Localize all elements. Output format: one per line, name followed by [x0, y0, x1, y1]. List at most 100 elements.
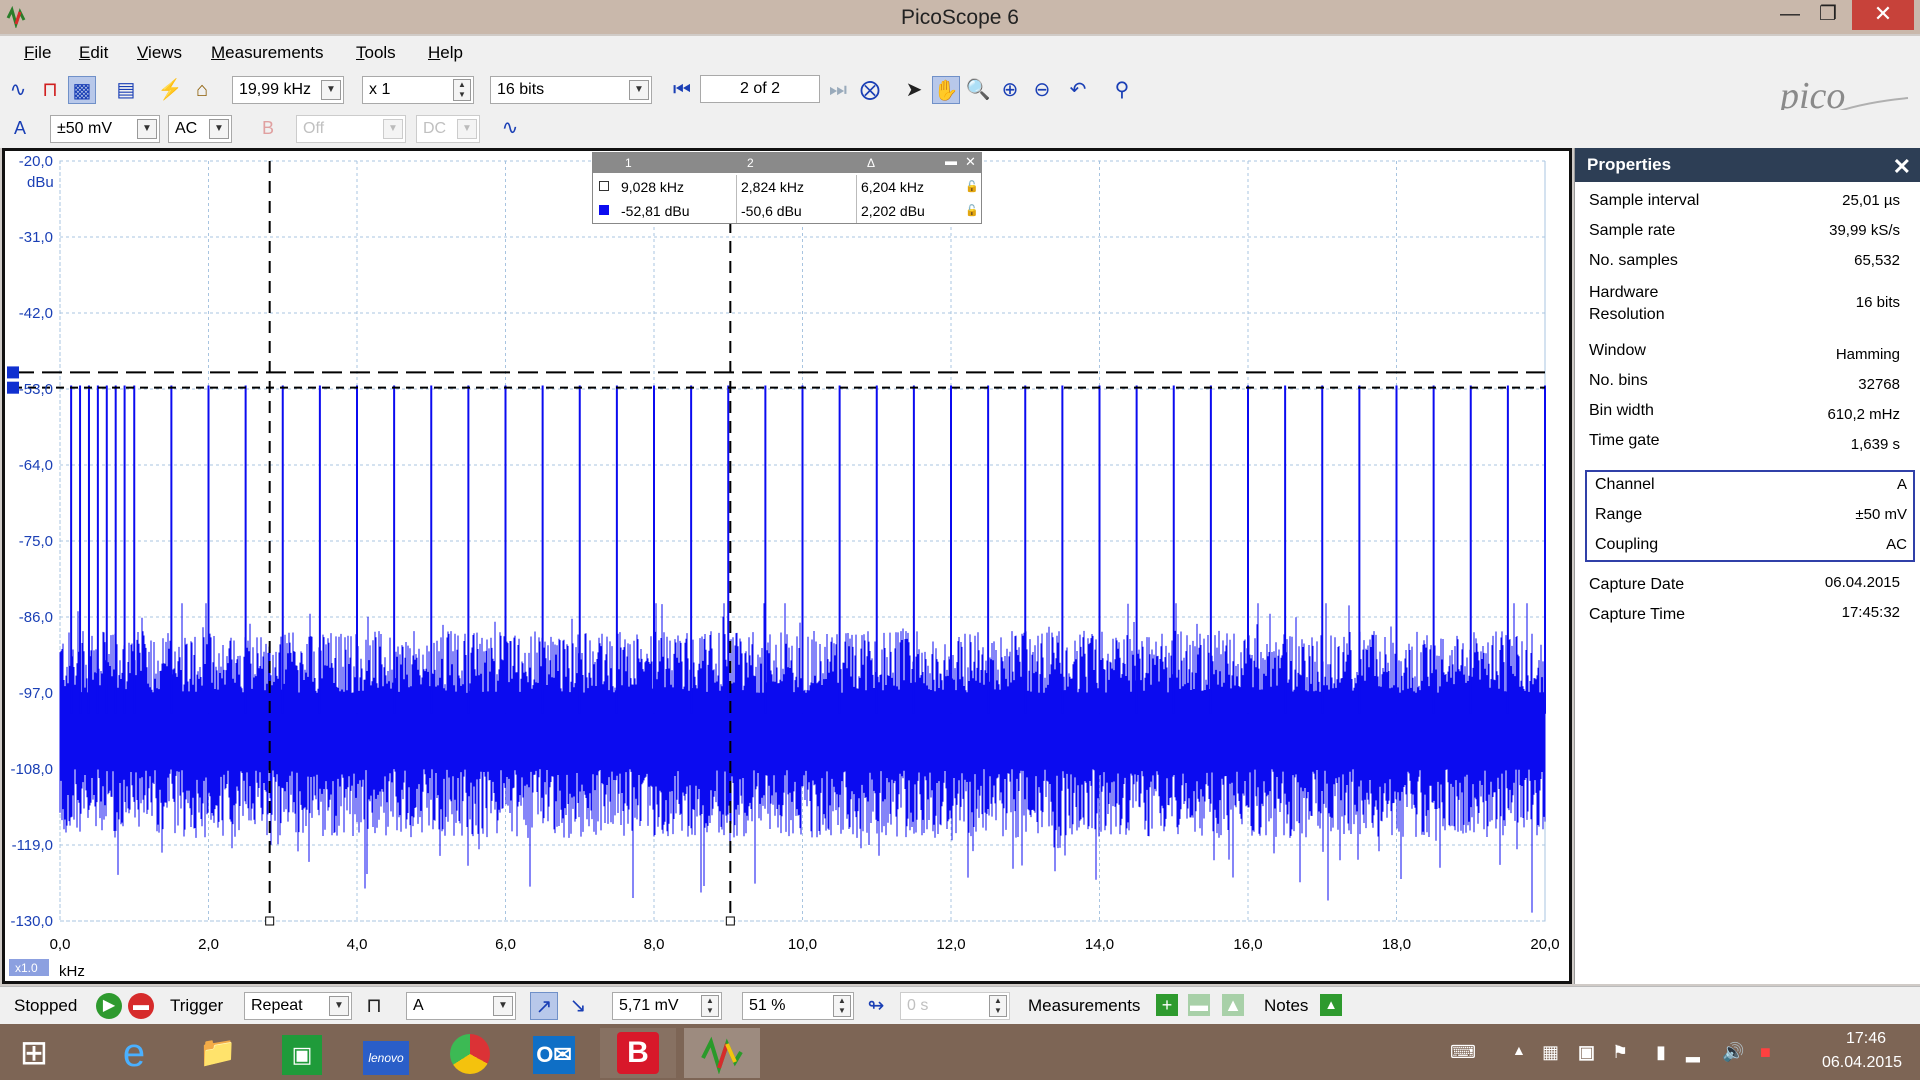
lenovo-icon[interactable]: lenovo [348, 1028, 424, 1078]
menu-tools[interactable]: Tools [356, 43, 396, 63]
signal-generator-icon[interactable]: ∿ [496, 114, 524, 142]
lock-icon[interactable]: 🔓 [965, 204, 979, 217]
signal-strength-icon[interactable]: ▂ [1686, 1042, 1700, 1063]
default-setup-icon[interactable]: ⌂ [188, 76, 216, 104]
chrome-icon[interactable] [432, 1028, 508, 1078]
post-trigger-delay-icon[interactable]: ↬ [862, 992, 890, 1020]
advanced-trigger-icon[interactable]: ⊓ [360, 992, 388, 1020]
spectrum-range-value: 19,99 kHz [239, 81, 312, 98]
zoom-in-icon[interactable]: ⊕ [996, 76, 1024, 104]
close-icon[interactable]: ✕ [965, 154, 976, 170]
touch-keyboard-icon[interactable]: ⌨ [1450, 1042, 1476, 1063]
taskbar-clock-date[interactable]: 06.04.2015 [1806, 1054, 1918, 1072]
action-center-flag-icon[interactable]: ⚑ [1612, 1042, 1628, 1063]
undo-zoom-icon[interactable]: ↶ [1064, 76, 1092, 104]
pointer-tool-icon[interactable]: ➤ [900, 76, 928, 104]
close-icon[interactable]: ✕ [1893, 150, 1911, 184]
ruler-col-1: 1 [625, 156, 632, 170]
ruler1-frequency: 9,028 kHz [617, 175, 737, 199]
prop-sample-interval-label: Sample interval [1589, 192, 1700, 209]
menu-file[interactable]: File [24, 43, 51, 63]
trigger-channel-select[interactable]: A ▼ [406, 992, 516, 1020]
maximize-button[interactable]: ❐ [1806, 0, 1850, 30]
close-button[interactable]: ✕ [1852, 0, 1914, 30]
y-tick-label: -108,0 [10, 761, 53, 778]
chevron-down-icon: ▼ [137, 119, 157, 139]
ruler-col-2: 2 [747, 156, 754, 170]
store-icon[interactable]: ▣ [264, 1028, 340, 1078]
spectrum-mode-icon[interactable]: ▩ [68, 76, 96, 104]
buffer-page-field[interactable]: 2 of 2 [700, 75, 820, 103]
start-capture-icon[interactable]: ▶ [96, 993, 122, 1019]
buffer-next-icon[interactable]: ⏭ [824, 76, 852, 104]
menu-views[interactable]: Views [137, 43, 182, 63]
zoom-factor-spinner[interactable]: x 1 ▲ ▼ [362, 76, 474, 104]
edit-measurement-icon[interactable]: ▬ [1188, 994, 1210, 1016]
y-tick-label: -42,0 [19, 305, 53, 322]
start-windows-icon[interactable]: ⊞ [0, 1028, 68, 1078]
menu-edit[interactable]: Edit [79, 43, 108, 63]
battery-icon[interactable]: ▮ [1656, 1042, 1666, 1063]
input-indicator-icon[interactable]: ▣ [1578, 1042, 1595, 1063]
rising-edge-icon[interactable]: ↗ [530, 992, 558, 1020]
taskbar-clock-time[interactable]: 17:46 [1826, 1030, 1906, 1048]
frequency-ruler-handle[interactable] [725, 916, 735, 926]
defender-tray-icon[interactable]: ▦ [1542, 1042, 1559, 1063]
level-ruler-swatch [599, 205, 609, 215]
x-tick-label: 10,0 [788, 936, 817, 953]
minimize-icon[interactable]: ▬ [945, 154, 957, 168]
notes-toggle-icon[interactable]: ▲ [1320, 994, 1342, 1016]
spectrum-range-select[interactable]: 19,99 kHz ▼ [232, 76, 344, 104]
measurements-label: Measurements [1028, 996, 1141, 1015]
delete-measurement-icon[interactable]: ▲ [1222, 994, 1244, 1016]
zoom-out-icon[interactable]: ⊖ [1028, 76, 1056, 104]
add-measurement-icon[interactable]: + [1156, 994, 1178, 1016]
ruler-legend[interactable]: 1 2 Δ ▬ ✕ 9,028 kHz 2,824 kHz 6,204 kHz … [592, 152, 982, 224]
internet-explorer-icon[interactable]: e [96, 1028, 172, 1078]
y-tick-label: -64,0 [19, 457, 53, 474]
zoom-area-icon[interactable]: 🔍 [964, 76, 992, 104]
resolution-select[interactable]: 16 bits ▼ [490, 76, 652, 104]
channel-a-coupling-select[interactable]: AC ▼ [168, 115, 232, 143]
b-tray-icon[interactable]: ■ [1760, 1042, 1771, 1063]
trigger-delay-spinner[interactable]: 0 s ▲ ▼ [900, 992, 1010, 1020]
spectrum-view[interactable]: -20,0 -31,0 -42,0 -53,0 -64,0 -75,0 -86,0 -97,0… [2, 148, 1572, 984]
auto-setup-icon[interactable]: ⚡ [156, 76, 184, 104]
picoscope-taskbar-icon[interactable] [684, 1028, 760, 1078]
scope-mode-icon[interactable]: ∿ [4, 76, 32, 104]
trigger-mode-select[interactable]: Repeat ▼ [244, 992, 352, 1020]
buffer-first-icon[interactable]: ⏮ [668, 76, 696, 104]
menu-help[interactable]: Help [428, 43, 463, 63]
properties-title: Properties [1587, 155, 1672, 174]
file-explorer-icon[interactable]: 📁 [180, 1028, 256, 1078]
channel-a-options-button[interactable]: A [6, 114, 34, 142]
channel-b-range-select[interactable]: Off ▼ [296, 115, 406, 143]
channel-b-coupling-select[interactable]: DC ▼ [416, 115, 480, 143]
ruler-markers[interactable] [7, 161, 1545, 926]
volume-icon[interactable]: 🔊 [1722, 1042, 1744, 1063]
zoom-100-icon[interactable]: ⚲ [1108, 76, 1136, 104]
channel-options-icon[interactable]: ▤ [112, 76, 140, 104]
prop-capture-time-label: Capture Time [1589, 606, 1686, 623]
x-tick-label: 14,0 [1085, 936, 1114, 953]
pretrigger-spinner[interactable]: 51 % ▲ ▼ [742, 992, 854, 1020]
persistence-mode-icon[interactable]: ⊓ [36, 76, 64, 104]
hand-tool-icon[interactable]: ✋ [932, 76, 960, 104]
frequency-ruler-swatch [599, 181, 609, 191]
lock-icon[interactable]: 🔓 [965, 180, 979, 193]
level-ruler-handle[interactable] [7, 381, 19, 394]
frequency-ruler-handle[interactable] [265, 916, 275, 926]
outlook-icon[interactable]: O✉ [516, 1028, 592, 1078]
channel-a-range-select[interactable]: ±50 mV ▼ [50, 115, 160, 143]
windows-taskbar: ⊞ e 📁 ▣ lenovo O✉ B ⌨ ▲ ▦ ▣ ⚑ ▮ ▂ 🔊 ■ 17… [0, 1024, 1920, 1080]
channel-b-options-button[interactable]: B [254, 114, 282, 142]
show-hidden-icons-icon[interactable]: ▲ [1512, 1042, 1526, 1058]
falling-edge-icon[interactable]: ↘ [564, 992, 592, 1020]
trigger-threshold-spinner[interactable]: 5,71 mV ▲ ▼ [612, 992, 722, 1020]
menu-measurements[interactable]: Measurements [211, 43, 323, 63]
level-ruler-handle[interactable] [7, 366, 19, 379]
x-tick-label: 20,0 [1530, 936, 1559, 953]
stop-capture-icon[interactable]: ▬ [128, 993, 154, 1019]
b-app-icon[interactable]: B [600, 1028, 676, 1078]
buffer-navigator-icon[interactable]: ⨂ [856, 76, 884, 104]
